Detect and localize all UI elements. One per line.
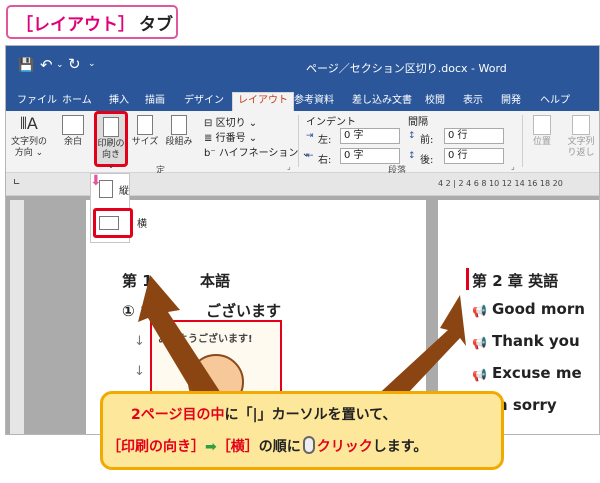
callout-landscape-name: ［横］	[216, 439, 259, 455]
instruction-callout: 2ページ目の中に「|」カーソルを置いて、 ［印刷の向き］➡［横］の順に クリックし…	[100, 391, 504, 470]
mouse-icon	[302, 436, 315, 454]
callout-order-text: の順に	[258, 439, 301, 455]
callout-line2-end: します。	[372, 439, 428, 455]
portrait-label: 縦	[119, 186, 129, 197]
dropdown-pointer-arrow: ⬇	[90, 173, 102, 189]
landscape-label: 横	[137, 219, 147, 230]
callout-target-text: 2ページ目の中	[131, 407, 225, 423]
callout-particle: に	[224, 407, 239, 423]
orientation-landscape-option[interactable]	[93, 208, 133, 238]
callout-line-2: ［印刷の向き］➡［横］の順に クリックします。	[107, 436, 427, 456]
callout-orientation-name: ［印刷の向き］	[107, 439, 205, 455]
callout-line1-rest: カーソルを置いて、	[271, 407, 397, 423]
callout-cursor-quote: 「|」	[238, 407, 272, 423]
landscape-icon	[99, 216, 119, 230]
callout-arrow-icon: ➡	[205, 439, 217, 455]
callout-line-1: 2ページ目の中に「|」カーソルを置いて、	[131, 404, 396, 424]
callout-click-text: クリック	[316, 439, 373, 455]
